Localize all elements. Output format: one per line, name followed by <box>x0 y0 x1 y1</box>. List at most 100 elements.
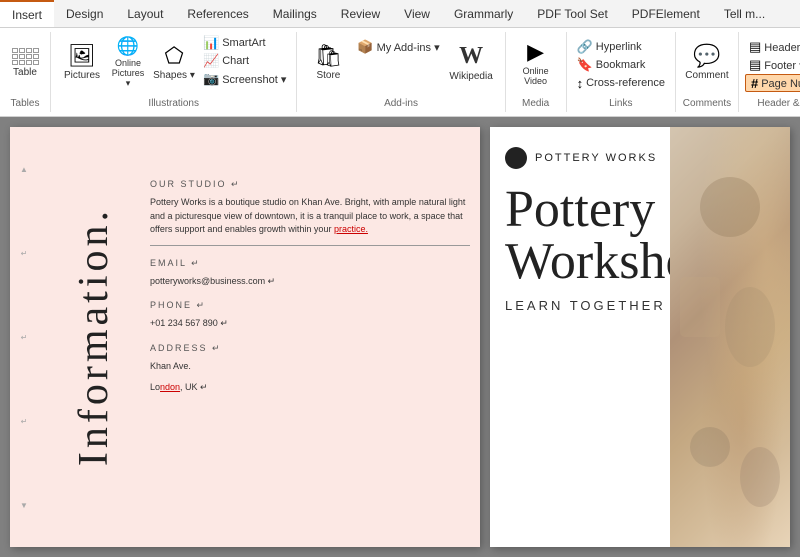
pictures-button[interactable]: 🖼 Pictures <box>57 34 107 92</box>
wikipedia-label: Wikipedia <box>449 71 492 82</box>
smartart-button[interactable]: 📊 SmartArt <box>199 34 290 52</box>
tab-design[interactable]: Design <box>54 0 115 27</box>
hyperlink-button[interactable]: 🔗 Hyperlink <box>573 38 669 56</box>
illus-stack: 📊 SmartArt 📈 Chart 📷 Screenshot ▾ <box>199 34 290 88</box>
our-studio-body: Pottery Works is a boutique studio on Kh… <box>150 196 470 237</box>
screenshot-label: Screenshot ▾ <box>222 73 286 86</box>
practice-link[interactable]: practice. <box>334 224 368 234</box>
addins-group-label: Add-ins <box>297 98 504 109</box>
tab-tell-me[interactable]: Tell m... <box>712 0 777 27</box>
left-page-content: OUR STUDIO ↵ Pottery Works is a boutique… <box>150 167 470 403</box>
screenshot-button[interactable]: 📷 Screenshot ▾ <box>199 70 290 88</box>
screenshot-icon: 📷 <box>203 71 219 87</box>
bookmark-label: Bookmark <box>596 59 646 71</box>
ribbon-group-comments: 💬 Comment Comments <box>676 32 739 112</box>
tab-mailings[interactable]: Mailings <box>261 0 329 27</box>
my-addins-button[interactable]: 📦 My Add-ins ▾ <box>353 38 443 56</box>
bookmark-icon: 🔖 <box>577 57 593 73</box>
pottery-logo-circle <box>505 147 527 169</box>
links-stack: 🔗 Hyperlink 🔖 Bookmark ↕ Cross-reference <box>573 34 669 92</box>
addins-stack: 📦 My Add-ins ▾ <box>353 34 443 56</box>
tab-layout[interactable]: Layout <box>115 0 175 27</box>
email-title: EMAIL ↵ <box>150 258 470 269</box>
store-label: Store <box>316 70 340 81</box>
table-button-label: Table <box>13 67 37 78</box>
cross-reference-button[interactable]: ↕ Cross-reference <box>573 74 669 92</box>
table-button[interactable]: Table <box>6 34 44 92</box>
tab-pdf-tool-set[interactable]: PDF Tool Set <box>525 0 619 27</box>
illustrations-group-label: Illustrations <box>51 98 296 109</box>
store-button[interactable]: 🛍 Store <box>303 34 353 92</box>
wikipedia-button[interactable]: W Wikipedia <box>444 34 499 92</box>
header-button[interactable]: ▤ Header ▾ <box>745 38 800 56</box>
scroll-down-arrow[interactable]: ▼ <box>20 501 28 510</box>
divider-1 <box>150 245 470 246</box>
scroll-up-arrow[interactable]: ▲ <box>20 165 28 174</box>
pictures-label: Pictures <box>64 70 100 81</box>
comments-group-label: Comments <box>676 98 738 109</box>
shapes-label: Shapes ▾ <box>153 70 195 81</box>
our-studio-title: OUR STUDIO ↵ <box>150 179 470 190</box>
hf-stack: ▤ Header ▾ ▤ Footer ▾ # Page Number ▾ <box>745 34 800 92</box>
ribbon-group-addins: 🛍 Store 📦 My Add-ins ▾ W Wikipedia Add-i… <box>297 32 505 112</box>
online-video-icon: ▶ <box>527 41 544 63</box>
bookmark-button[interactable]: 🔖 Bookmark <box>573 56 669 74</box>
cross-reference-icon: ↕ <box>577 76 584 91</box>
smartart-label: SmartArt <box>222 37 265 49</box>
comment-label: Comment <box>685 70 728 81</box>
tab-view[interactable]: View <box>392 0 442 27</box>
page-number-icon: # <box>751 76 758 91</box>
ribbon: Insert Design Layout References Mailings… <box>0 0 800 117</box>
vertical-information-text: Information. <box>70 207 118 466</box>
hyperlink-label: Hyperlink <box>596 41 642 53</box>
store-icon: 🛍 <box>314 45 342 67</box>
doc-page-left: ▲ ↵ ↵ ↵ ▼ Information. OUR STUDIO ↵ Pott… <box>10 127 480 547</box>
tab-review[interactable]: Review <box>329 0 392 27</box>
page-number-button[interactable]: # Page Number ▾ <box>745 74 800 92</box>
london-link[interactable]: ndon <box>160 382 180 392</box>
email-value: potteryworks@business.com ↵ <box>150 275 470 289</box>
footer-label: Footer ▾ <box>764 59 800 72</box>
footer-icon: ▤ <box>749 57 761 73</box>
footer-button[interactable]: ▤ Footer ▾ <box>745 56 800 74</box>
comment-icon: 💬 <box>693 45 720 67</box>
pottery-logo-text: POTTERY WORKS <box>535 152 657 164</box>
ribbon-content: Table Tables 🖼 Pictures 🌐 OnlinePictures… <box>0 28 800 116</box>
doc-page-right: POTTERY WORKS Pottery Worksho LEARN TOGE… <box>490 127 790 547</box>
scroll-arrow-2: ↵ <box>21 333 28 342</box>
document-area: ▲ ↵ ↵ ↵ ▼ Information. OUR STUDIO ↵ Pott… <box>0 117 800 557</box>
ribbon-group-illustrations: 🖼 Pictures 🌐 OnlinePictures ▾ ⬠ Shapes ▾… <box>51 32 297 112</box>
wikipedia-icon: W <box>459 44 483 68</box>
pictures-icon: 🖼 <box>68 45 96 67</box>
shapes-button[interactable]: ⬠ Shapes ▾ <box>149 34 199 92</box>
online-pictures-icon: 🌐 <box>117 37 139 55</box>
my-addins-label: My Add-ins ▾ <box>377 41 440 54</box>
hyperlink-icon: 🔗 <box>577 39 593 55</box>
tab-references[interactable]: References <box>175 0 260 27</box>
tab-insert[interactable]: Insert <box>0 0 54 27</box>
phone-title: PHONE ↵ <box>150 300 470 311</box>
header-footer-group-label: Header & Footer <box>739 98 800 109</box>
pottery-image <box>670 127 790 547</box>
cross-reference-label: Cross-reference <box>586 77 665 89</box>
chart-button[interactable]: 📈 Chart <box>199 52 290 70</box>
online-pictures-button[interactable]: 🌐 OnlinePictures ▾ <box>107 34 149 92</box>
tab-grammarly[interactable]: Grammarly <box>442 0 525 27</box>
ribbon-group-links: 🔗 Hyperlink 🔖 Bookmark ↕ Cross-reference… <box>567 32 676 112</box>
table-grid-icon <box>12 48 39 65</box>
smartart-icon: 📊 <box>203 35 219 51</box>
media-group-label: Media <box>506 98 566 109</box>
online-video-label: OnlineVideo <box>523 66 549 86</box>
online-pictures-label: OnlinePictures ▾ <box>109 58 147 89</box>
scroll-arrow-3: ↵ <box>21 417 28 426</box>
tab-row: Insert Design Layout References Mailings… <box>0 0 800 28</box>
shapes-icon: ⬠ <box>164 45 183 67</box>
ribbon-group-header-footer: ▤ Header ▾ ▤ Footer ▾ # Page Number ▾ He… <box>739 32 800 112</box>
links-group-label: Links <box>567 98 675 109</box>
online-video-button[interactable]: ▶ OnlineVideo <box>512 34 560 92</box>
scroll-indicators: ▲ ↵ ↵ ↵ ▼ <box>18 127 30 547</box>
comment-button[interactable]: 💬 Comment <box>682 34 732 92</box>
my-addins-icon: 📦 <box>357 39 373 55</box>
tab-pdfelement[interactable]: PDFElement <box>620 0 712 27</box>
ribbon-group-media: ▶ OnlineVideo Media <box>506 32 567 112</box>
